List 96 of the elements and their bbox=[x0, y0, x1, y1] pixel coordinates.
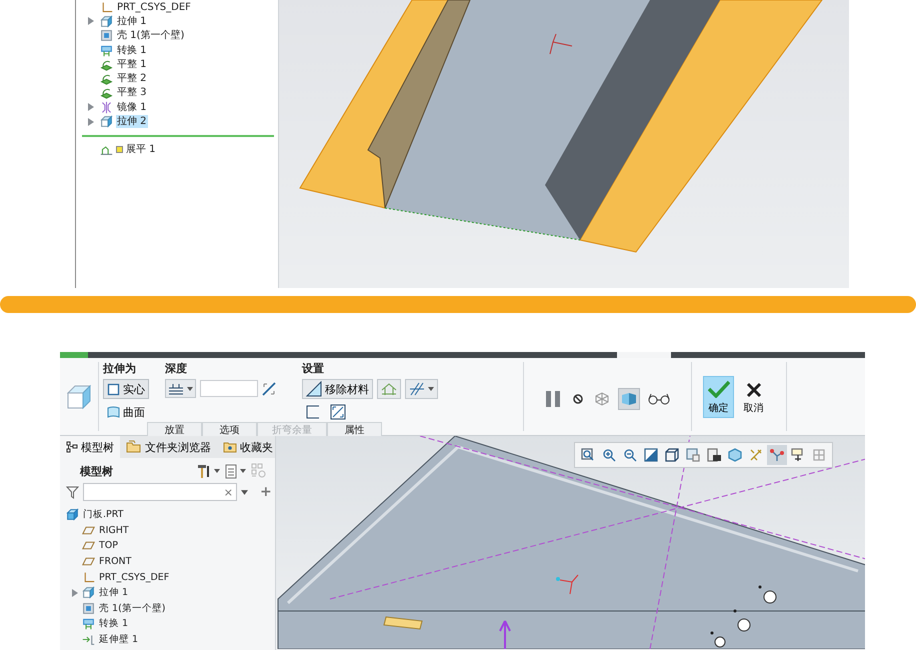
wedge-icon bbox=[306, 381, 322, 397]
group-title: 拉伸为 bbox=[103, 361, 136, 376]
option-button[interactable]: 曲面 bbox=[103, 402, 149, 422]
tree-item[interactable]: RIGHT bbox=[98, 524, 130, 537]
axes-icon bbox=[82, 570, 95, 584]
shaded-box-icon bbox=[621, 390, 637, 406]
tree-item[interactable]: PRT_CSYS_DEF bbox=[116, 0, 192, 14]
panel-tab[interactable]: 属性 bbox=[327, 422, 382, 437]
expand-arrow-icon[interactable] bbox=[72, 588, 78, 597]
option-button[interactable]: 实心 bbox=[103, 379, 149, 399]
wall-icon bbox=[82, 633, 95, 646]
tree-item[interactable]: 门板.PRT bbox=[82, 508, 124, 522]
tree-item[interactable]: 拉伸 1 bbox=[98, 586, 130, 600]
flip-icon[interactable] bbox=[262, 382, 276, 396]
tab-cutout bbox=[383, 616, 423, 630]
expand-arrow-icon[interactable] bbox=[88, 118, 94, 126]
expand-arrow-icon[interactable] bbox=[88, 103, 94, 112]
cube-icon bbox=[82, 586, 95, 600]
prohibited-icon bbox=[573, 394, 583, 404]
parallelogram-icon bbox=[82, 524, 95, 537]
cube-icon bbox=[100, 14, 113, 28]
tree-item[interactable]: 壳 1(第一个壁) bbox=[98, 602, 166, 615]
depth-dropdown[interactable] bbox=[165, 379, 196, 398]
search-field[interactable]: × bbox=[83, 483, 237, 501]
corner-icon[interactable] bbox=[306, 405, 320, 419]
glasses-icon bbox=[648, 392, 670, 404]
nodes-icon[interactable] bbox=[767, 445, 787, 465]
tree-item[interactable]: 平整 1 bbox=[116, 58, 148, 71]
surface-icon bbox=[107, 406, 120, 418]
caret-icon bbox=[240, 469, 246, 473]
group-title: 设置 bbox=[302, 361, 324, 376]
panel-tab[interactable]: 选项 bbox=[202, 422, 257, 437]
tree-item[interactable]: FRONT bbox=[98, 555, 132, 568]
tree-icon bbox=[66, 441, 78, 453]
clear-button[interactable]: × bbox=[220, 486, 236, 498]
show-dropdown[interactable] bbox=[225, 464, 246, 478]
list-icon bbox=[225, 464, 237, 478]
hammer-icon bbox=[197, 463, 211, 479]
tree-item[interactable]: PRT_CSYS_DEF bbox=[98, 570, 170, 584]
tree-item[interactable]: 壳 1(第一个壁) bbox=[116, 29, 186, 42]
filter-icon[interactable] bbox=[66, 486, 79, 498]
shaded-preview-button[interactable] bbox=[618, 388, 640, 410]
navigator-tab[interactable]: 文件夹浏览器 bbox=[120, 436, 217, 458]
tree-item[interactable]: 延伸壁 1 bbox=[98, 633, 140, 646]
tree-item[interactable]: 平整 2 bbox=[116, 72, 148, 86]
navigator-tab[interactable]: 收藏夹 bbox=[217, 436, 279, 458]
caret-icon bbox=[214, 469, 220, 473]
caret-icon[interactable] bbox=[241, 490, 248, 494]
panel-heading: 模型树 bbox=[80, 464, 113, 478]
cube-icon bbox=[66, 508, 79, 522]
ok-button[interactable]: 确定 bbox=[703, 376, 734, 418]
sheet-icon bbox=[100, 86, 113, 100]
caret-icon bbox=[428, 387, 434, 391]
tree-item[interactable]: 展平 1 bbox=[125, 143, 157, 156]
tree-item[interactable]: 平整 3 bbox=[116, 86, 148, 100]
parallelogram-icon bbox=[82, 539, 95, 552]
square-icon bbox=[82, 602, 95, 615]
cube-icon bbox=[66, 384, 92, 410]
tree-item[interactable]: TOP bbox=[98, 539, 120, 552]
square-icon bbox=[100, 29, 113, 42]
square-icon bbox=[107, 382, 120, 396]
navigator-tab[interactable]: 模型树 bbox=[60, 436, 120, 458]
side-options-button[interactable] bbox=[405, 379, 438, 399]
roof-icon bbox=[381, 382, 397, 396]
wireframe-icon bbox=[594, 390, 610, 406]
pause-icon bbox=[544, 390, 562, 408]
caret-icon bbox=[187, 386, 193, 390]
remove-material-button[interactable]: 移除材料 bbox=[302, 379, 373, 399]
flip-box-icon[interactable] bbox=[330, 404, 346, 420]
sheet-bend-icon bbox=[82, 617, 95, 630]
settings-dropdown[interactable] bbox=[197, 463, 220, 479]
checkmark-icon bbox=[708, 380, 730, 398]
sheet-bend-icon bbox=[100, 44, 113, 57]
status-square-icon bbox=[116, 146, 123, 154]
close-icon bbox=[746, 382, 762, 398]
panel-tab[interactable]: 放置 bbox=[147, 422, 202, 437]
parallelogram-icon bbox=[82, 555, 95, 568]
add-button[interactable]: + bbox=[260, 484, 272, 500]
thicken-button[interactable] bbox=[377, 379, 401, 399]
cancel-button[interactable]: 取消 bbox=[738, 376, 769, 418]
tree-item[interactable]: 转换 1 bbox=[98, 617, 130, 630]
mirror-icon bbox=[100, 100, 113, 114]
tree-item[interactable]: 转换 1 bbox=[116, 44, 148, 57]
axes-icon bbox=[100, 0, 113, 14]
group-title: 深度 bbox=[165, 361, 187, 376]
depth-field[interactable] bbox=[200, 380, 258, 397]
blind-depth-icon bbox=[168, 382, 184, 394]
tree-item[interactable]: 镜像 1 bbox=[116, 100, 148, 114]
tree-item[interactable]: 拉伸 1 bbox=[116, 14, 148, 28]
tree-item[interactable]: 拉伸 2 bbox=[116, 115, 148, 128]
folders-icon bbox=[126, 440, 142, 454]
expand-arrow-icon[interactable] bbox=[88, 17, 94, 26]
folder-icon bbox=[223, 441, 237, 453]
cube-icon bbox=[100, 115, 113, 128]
sheet-icon bbox=[100, 72, 113, 86]
slash-lines-icon bbox=[409, 382, 425, 396]
